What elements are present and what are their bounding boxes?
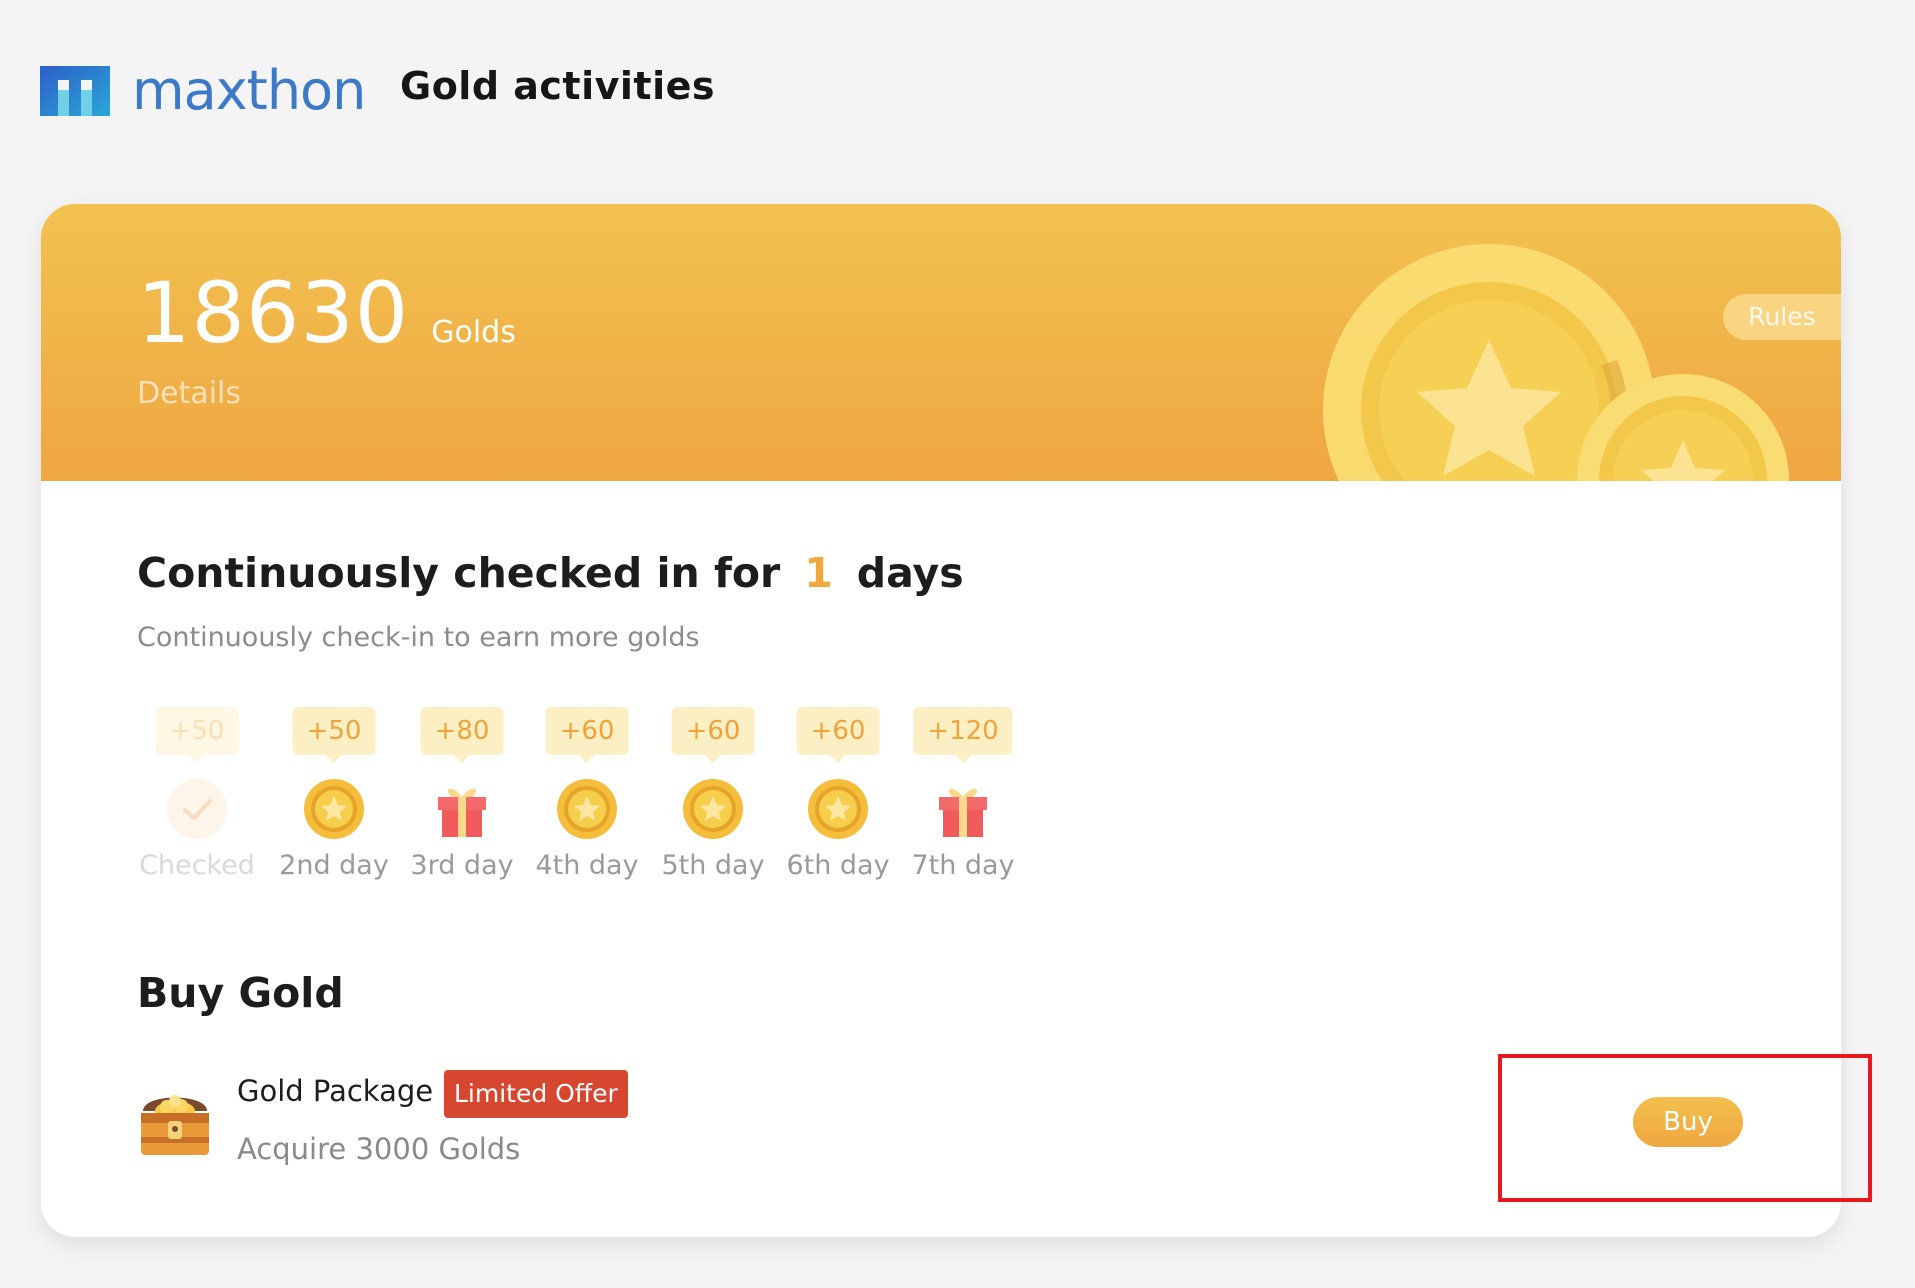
limited-offer-badge: Limited Offer: [444, 1070, 628, 1118]
check-icon: [167, 779, 227, 839]
buy-button[interactable]: Buy: [1633, 1097, 1743, 1147]
checkin-day-1[interactable]: +50 Checked: [137, 707, 257, 887]
day-label: 7th day: [911, 850, 1015, 881]
gift-icon: [438, 788, 486, 837]
gold-package-description: Acquire 3000 Golds: [237, 1132, 521, 1166]
gold-balance-unit: Golds: [431, 315, 516, 350]
checkin-day-2[interactable]: +50 2nd day: [274, 707, 394, 887]
checkin-day-3[interactable]: +80 3rd day: [402, 707, 522, 887]
gold-card: 18630 Golds Details Rules Continuously c…: [41, 204, 1841, 1237]
checkin-subtitle: Continuously check-in to earn more golds: [137, 622, 700, 653]
checkin-day-5[interactable]: +60 5th day: [653, 707, 773, 887]
maxthon-logo[interactable]: maxthon: [40, 59, 366, 122]
day-reward-badge: +50: [155, 707, 239, 763]
day-reward-badge: +50: [292, 707, 376, 763]
details-link[interactable]: Details: [137, 376, 241, 411]
day-label: 4th day: [535, 850, 639, 881]
gift-icon: [939, 788, 987, 837]
rules-button[interactable]: Rules: [1723, 294, 1841, 340]
day-reward-badge: +60: [796, 707, 880, 763]
gold-coins-illustration: [1323, 244, 1789, 481]
checkin-days-count: 1: [804, 549, 833, 597]
coin-icon: [304, 779, 364, 839]
checkin-day-4[interactable]: +60 4th day: [527, 707, 647, 887]
gold-balance-amount: 18630: [137, 264, 410, 362]
checkin-day-7[interactable]: +120 7th day: [903, 707, 1023, 887]
buy-gold-title: Buy Gold: [137, 969, 344, 1017]
coin-icon: [683, 779, 743, 839]
checkin-day-6[interactable]: +60 6th day: [778, 707, 898, 887]
day-label: 2nd day: [279, 850, 389, 881]
checkin-streak-title: Continuously checked in for 1 days: [137, 549, 964, 597]
day-label: 3rd day: [410, 850, 514, 881]
day-label: 6th day: [786, 850, 890, 881]
gold-package-name: Gold Package: [237, 1074, 434, 1108]
logo-wordmark: maxthon: [132, 59, 366, 122]
page-header: maxthon Gold activities: [0, 0, 1915, 180]
day-reward-badge: +80: [420, 707, 504, 763]
checkin-title-suffix: days: [856, 549, 964, 597]
coin-icon: [557, 779, 617, 839]
day-label: Checked: [139, 850, 255, 881]
gold-balance-banner: 18630 Golds Details Rules: [41, 204, 1841, 481]
day-reward-badge: +120: [913, 707, 1013, 763]
coin-icon: [808, 779, 868, 839]
treasure-chest-icon: [141, 1095, 209, 1155]
day-reward-badge: +60: [545, 707, 629, 763]
day-label: 5th day: [661, 850, 765, 881]
checkin-title-prefix: Continuously checked in for: [137, 549, 781, 597]
gold-balance: 18630 Golds: [137, 264, 516, 362]
checkin-days-row: +50 Checked +50 2nd day +80 3rd day +60 …: [137, 707, 1097, 887]
maxthon-logo-icon: [40, 66, 110, 116]
page-title: Gold activities: [400, 64, 715, 108]
day-reward-badge: +60: [671, 707, 755, 763]
